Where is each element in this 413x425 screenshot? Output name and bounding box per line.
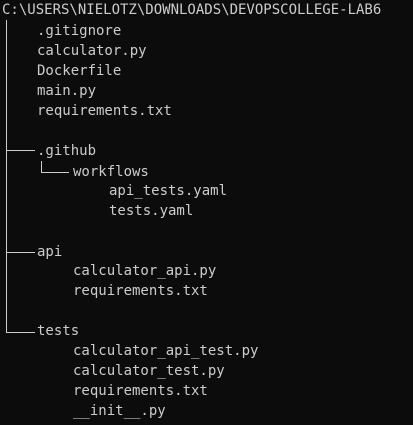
tree-file-main-py: main.py (37, 83, 97, 99)
tree-file-gitignore: .gitignore (37, 23, 122, 39)
tree-file-tests-requirements-txt: requirements.txt (73, 383, 208, 399)
tree-file-api-tests-yaml: api_tests.yaml (109, 183, 228, 199)
tree-file-tests-yaml: tests.yaml (109, 203, 194, 219)
tree-branch-api (6, 252, 35, 253)
tree-file-calculator-api-py: calculator_api.py (73, 263, 217, 279)
tree-branch-github (6, 150, 35, 151)
terminal-window[interactable]: C:\USERS\NIELOTZ\DOWNLOADS\DEVOPSCOLLEGE… (0, 0, 413, 425)
root-path: C:\USERS\NIELOTZ\DOWNLOADS\DEVOPSCOLLEGE… (2, 2, 382, 18)
tree-branch-tests (6, 332, 35, 333)
tree-file-calculator-api-test-py: calculator_api_test.py (73, 343, 259, 359)
tree-folder-tests: tests (37, 323, 80, 339)
tree-folder-github: .github (37, 143, 97, 159)
tree-branch-workflows-vertical (41, 161, 42, 172)
tree-branch-workflows (41, 172, 69, 173)
tree-folder-workflows: workflows (73, 164, 149, 180)
tree-file-api-requirements-txt: requirements.txt (73, 283, 208, 299)
tree-folder-api: api (37, 244, 63, 260)
tree-file-calculator-test-py: calculator_test.py (73, 363, 225, 379)
tree-file-requirements-txt: requirements.txt (37, 103, 172, 119)
tree-trunk-line (6, 20, 7, 332)
tree-file-dockerfile: Dockerfile (37, 63, 122, 79)
tree-file-calculator-py: calculator.py (37, 43, 147, 59)
tree-file-init-py: __init__.py (73, 403, 166, 419)
